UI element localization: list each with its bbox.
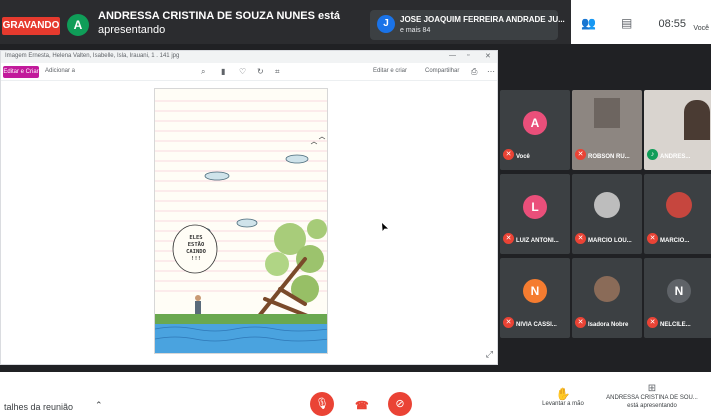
participant-name: MARCIO...	[660, 238, 690, 244]
participant-tile[interactable]: ✕ ROBSON RU...	[572, 90, 642, 170]
participant-tile[interactable]: A ✕ Você	[500, 90, 570, 170]
close-icon[interactable]: ✕	[485, 52, 491, 60]
mic-off-icon: ✕	[575, 317, 586, 328]
crop-icon[interactable]: ⌗	[275, 67, 280, 77]
mic-toggle-button[interactable]: 🎙	[310, 392, 334, 416]
mic-on-icon: ♪	[647, 149, 658, 160]
participant-avatar: L	[523, 195, 547, 219]
presenter-banner: ANDRESSA CRISTINA DE SOUZA NUNES está ap…	[98, 9, 348, 37]
viewer-title-bar: Imagem Ernesta, Helena Valten, Isabelle,…	[1, 51, 497, 63]
participant-photo	[594, 192, 620, 218]
presenter-avatar: A	[67, 14, 89, 36]
zoom-icon[interactable]: ⌕	[201, 67, 205, 77]
participant-avatar: N	[667, 279, 691, 303]
pinned-name: JOSE JOAQUIM FERREIRA ANDRADE JU...	[400, 15, 565, 24]
mic-off-icon: 🎙	[315, 398, 329, 410]
mic-off-icon: ✕	[575, 149, 586, 160]
camera-toggle-button[interactable]: ⊘	[388, 392, 412, 416]
presentation-area: Imagem Ernesta, Helena Valten, Isabelle,…	[0, 50, 498, 365]
presenting-name: ANDRESSA CRISTINA DE SOU...	[606, 395, 698, 401]
participant-name: NELCILE...	[660, 322, 691, 328]
meeting-details-label[interactable]: talhes da reunião	[4, 402, 73, 412]
present-screen-icon: ⊞	[647, 383, 657, 394]
presenting-status: está apresentando	[627, 403, 677, 409]
mic-off-icon: ✕	[503, 233, 514, 244]
camera-off-icon: ⊘	[395, 398, 405, 410]
favorite-icon[interactable]: ♡	[239, 67, 246, 76]
share-link[interactable]: Compartilhar	[425, 68, 459, 74]
mic-off-icon: ✕	[647, 233, 658, 244]
bottom-bar: talhes da reunião ⌃ 🎙 ☎ ⊘ ✋ Levantar a m…	[0, 372, 711, 420]
participant-tile[interactable]: ♪ ANDRES...	[644, 90, 711, 170]
print-icon[interactable]: ⎙	[471, 67, 477, 77]
drawing-page: ELES ESTÃO CAINDO !!!	[154, 88, 328, 354]
participant-name: ROBSON RU...	[588, 154, 630, 160]
maximize-icon[interactable]: ▫	[467, 52, 469, 59]
participant-tile[interactable]: L ✕ LUIZ ANTONI...	[500, 174, 570, 254]
pinned-more: e mais 84	[400, 27, 431, 34]
raise-hand-label: Levantar a mão	[542, 401, 584, 407]
mic-off-icon: ✕	[503, 317, 514, 328]
mic-off-icon: ✕	[647, 317, 658, 328]
participant-name: ANDRES...	[660, 154, 691, 160]
participant-photo	[594, 276, 620, 302]
mic-off-icon: ✕	[575, 233, 586, 244]
people-icon[interactable]: 👥	[581, 16, 596, 30]
participant-tile[interactable]: ✕ Isadora Nobre	[572, 258, 642, 338]
presenter-name: ANDRESSA CRISTINA DE SOUZA NUNES está	[98, 10, 341, 22]
pinned-participant-card[interactable]: J JOSE JOAQUIM FERREIRA ANDRADE JU... e …	[370, 10, 565, 40]
delete-icon[interactable]: ▮	[221, 67, 225, 76]
participant-name: LUIZ ANTONI...	[516, 238, 559, 244]
presenter-status: apresentando	[98, 24, 166, 36]
participant-tile[interactable]: N ✕ NELCILE...	[644, 258, 711, 338]
raise-hand-button[interactable]: ✋ Levantar a mão	[535, 387, 591, 407]
viewer-toolbar: Editar e Criar Adicionar a ⌕ ▮ ♡ ↻ ⌗ Edi…	[1, 63, 497, 81]
child-drawing	[155, 100, 327, 353]
speech-line: ESTÃO	[187, 242, 205, 248]
hand-icon: ✋	[555, 387, 571, 401]
top-bar: GRAVANDO A ANDRESSA CRISTINA DE SOUZA NU…	[0, 0, 711, 44]
pinned-avatar: J	[377, 15, 395, 33]
participant-tile[interactable]: ✕ MARCIO...	[644, 174, 711, 254]
participant-tile[interactable]: ✕ MARCIO LOU...	[572, 174, 642, 254]
clock: 08:55	[658, 18, 686, 30]
edit-create-button[interactable]: Editar e Criar	[3, 66, 39, 78]
participant-name: MARCIO LOU...	[588, 238, 632, 244]
more-icon[interactable]: ⋯	[487, 67, 495, 76]
participant-silhouette	[684, 100, 710, 140]
edit-and-create-link[interactable]: Editar e criar	[373, 68, 407, 74]
participant-photo	[666, 192, 692, 218]
document-title: Imagem Ernesta, Helena Valten, Isabelle,…	[5, 53, 180, 59]
speech-line: ELES	[189, 235, 203, 241]
recording-badge: GRAVANDO	[2, 17, 60, 35]
mouse-cursor	[382, 223, 388, 231]
expand-icon[interactable]: ⤢	[486, 349, 493, 360]
participant-tile[interactable]: N ✕ NIVIA CASSI...	[500, 258, 570, 338]
mic-off-icon: ✕	[503, 149, 514, 160]
blurred-face	[594, 98, 620, 128]
chevron-up-icon[interactable]: ⌃	[95, 400, 103, 411]
participant-avatar: N	[523, 279, 547, 303]
participant-name: Isadora Nobre	[588, 322, 629, 328]
presenting-indicator[interactable]: ⊞ ANDRESSA CRISTINA DE SOU... está apres…	[598, 383, 706, 410]
user-label: Você	[693, 25, 709, 32]
end-call-button[interactable]: ☎	[355, 399, 369, 412]
speech-line: !!!	[191, 256, 201, 262]
minimize-icon[interactable]: —	[449, 52, 456, 59]
participant-name: NIVIA CASSI...	[516, 322, 557, 328]
participant-grid: A ✕ Você ✕ ROBSON RU... ♪ ANDRES... L ✕ …	[498, 88, 711, 344]
speech-text: ELES ESTÃO CAINDO !!!	[179, 235, 213, 263]
meet-window: GRAVANDO A ANDRESSA CRISTINA DE SOUZA NU…	[0, 0, 711, 420]
chat-icon[interactable]: ▤	[621, 16, 635, 30]
add-to-link[interactable]: Adicionar a	[45, 68, 75, 74]
rotate-icon[interactable]: ↻	[257, 67, 264, 76]
speech-line: CAINDO	[186, 249, 206, 255]
participant-name: Você	[516, 154, 530, 160]
top-right-controls: 👥 ▤ 08:55 Você	[571, 0, 711, 44]
participant-avatar: A	[523, 111, 547, 135]
